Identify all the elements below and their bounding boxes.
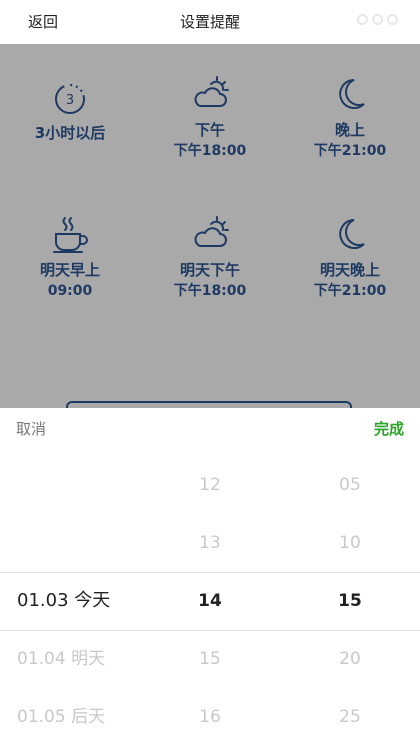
minute-option[interactable]: 20	[290, 630, 410, 688]
reminder-options-panel: 3 3小时以后 下午 下午18:00 晚上 下午21:00 明天早上 09:00…	[0, 44, 420, 411]
clock-3-icon: 3	[55, 84, 85, 114]
cancel-button[interactable]: 取消	[16, 418, 46, 439]
option-time: 下午21:00	[313, 283, 387, 299]
minute-option[interactable]: 10	[290, 514, 410, 572]
option-tomorrow-evening[interactable]: 明天晚上 下午21:00	[280, 216, 420, 301]
option-label: 明天下午	[179, 261, 240, 279]
hour-option[interactable]: 15	[150, 630, 270, 688]
minute-option[interactable]: 25	[290, 688, 410, 746]
hour-wheel[interactable]: 12 13 14 15 16	[150, 456, 270, 746]
minute-option-selected[interactable]: 15	[290, 572, 410, 630]
option-time: 下午18:00	[173, 283, 247, 299]
option-3-hours-later[interactable]: 3 3小时以后	[0, 81, 140, 144]
option-afternoon[interactable]: 下午 下午18:00	[140, 74, 280, 161]
option-label: 明天晚上	[319, 261, 380, 279]
option-label: 下午	[194, 121, 225, 139]
hour-option[interactable]: 12	[150, 456, 270, 514]
option-label: 晚上	[334, 121, 365, 139]
time-picker-sheet: 取消 完成 01.03 今天 01.04 明天 01.05 后天 12 13 1…	[0, 408, 420, 746]
minute-option[interactable]: 05	[290, 456, 410, 514]
svg-text:3: 3	[66, 93, 74, 108]
option-evening[interactable]: 晚上 下午21:00	[280, 76, 420, 161]
moon-icon	[339, 79, 365, 109]
option-time: 09:00	[47, 283, 93, 299]
hour-option-selected[interactable]: 14	[150, 572, 270, 630]
hour-option[interactable]: 16	[150, 688, 270, 746]
nav-bar: 返回 设置提醒	[0, 0, 420, 44]
hour-option[interactable]: 13	[150, 514, 270, 572]
option-time: 下午18:00	[173, 143, 247, 159]
option-label: 3小时以后	[34, 124, 106, 142]
option-time: 下午21:00	[313, 143, 387, 159]
partly-cloudy-icon	[194, 216, 229, 247]
option-tomorrow-afternoon[interactable]: 明天下午 下午18:00	[140, 214, 280, 301]
more-options-icon[interactable]	[357, 14, 398, 25]
done-button[interactable]: 完成	[374, 418, 404, 439]
moon-icon	[339, 219, 365, 249]
partly-cloudy-icon	[194, 76, 229, 107]
option-tomorrow-morning[interactable]: 明天早上 09:00	[0, 214, 140, 301]
coffee-cup-icon	[53, 217, 88, 253]
minute-wheel[interactable]: 05 10 15 20 25	[290, 456, 410, 746]
picker-wheels: 01.03 今天 01.04 明天 01.05 后天 12 13 14 15 1…	[0, 456, 420, 746]
option-label: 明天早上	[39, 261, 100, 279]
